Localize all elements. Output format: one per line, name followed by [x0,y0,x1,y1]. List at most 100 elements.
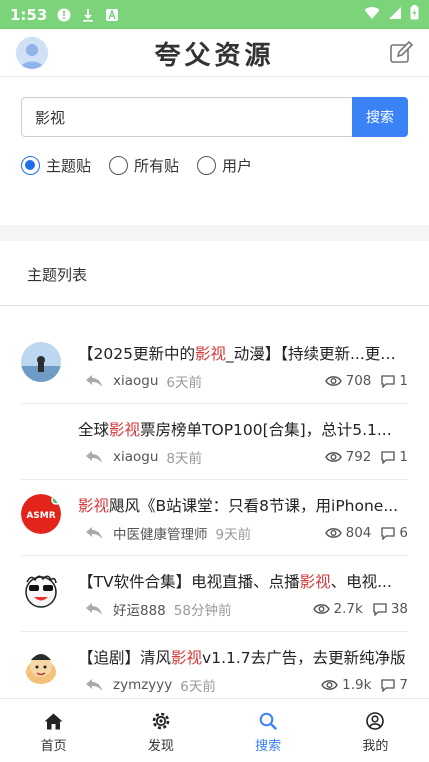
radio-all-posts[interactable]: 所有贴 [109,155,179,176]
bottom-nav: 首页 发现 搜索 我的 [0,698,429,762]
author-avatar[interactable]: ASMR [21,494,61,534]
comment-count: 7 [399,677,408,693]
author-name[interactable]: xiaogu [113,373,158,389]
reply-icon [86,527,102,539]
view-count: 792 [345,449,372,465]
app-header: 夸父资源 [0,29,429,77]
topic-title: 全球影视票房榜单TOP100[合集]，总计5.1... [78,421,392,439]
comment-icon [381,374,396,388]
app-a-icon [105,8,119,22]
search-button[interactable]: 搜索 [352,97,408,137]
comment-icon [373,602,387,616]
signal-icon [388,5,402,24]
topic-title: 【追剧】清风影视v1.1.7去广告，去更新纯净版 [78,649,406,667]
eye-icon [321,680,338,690]
topic-meta: 中医健康管理师 9天前 804 6 [85,523,408,543]
nav-discover[interactable]: 发现 [107,699,214,762]
author-name[interactable]: 好运888 [113,599,166,619]
author-name[interactable]: 中医健康管理师 [113,523,208,543]
section-divider-line [0,305,429,306]
alert-icon [57,8,71,22]
radio-label: 用户 [222,157,253,175]
status-bar: 1:53 [0,0,429,29]
eye-icon [324,452,342,462]
wifi-icon [364,5,380,24]
search-bar: 搜索 [21,97,408,137]
search-scope-group: 主题贴 所有贴 用户 [21,155,270,176]
topic-title: 【TV软件合集】电视直播、点播影视、电视... [78,573,392,591]
post-time: 9天前 [215,527,252,543]
post-time: 6天前 [166,375,202,391]
comment-icon [381,678,396,692]
topic-item[interactable]: ASMR 影视飓风《B站课堂：只看8节课，用iPhone... 中医健康管理师 … [21,480,408,556]
topic-title: 【2025更新中的影视_动漫】【持续更新...更新中 [78,345,406,363]
radio-topic-posts[interactable]: 主题贴 [21,155,91,176]
section-title: 主题列表 [27,266,88,284]
status-time: 1:53 [10,5,48,24]
topic-item[interactable]: 【追剧】清风影视v1.1.7去广告，去更新纯净版 zymzyyy 6天前 1.9… [21,632,408,708]
nav-home[interactable]: 首页 [0,699,107,762]
reply-icon [86,375,102,387]
search-input[interactable] [21,97,352,137]
edit-icon[interactable] [389,40,414,65]
radio-unchecked-icon [197,156,217,175]
view-count: 2.7k [333,601,363,617]
nav-profile[interactable]: 我的 [322,699,429,762]
search-icon [258,711,278,731]
radio-label: 主题贴 [46,157,92,175]
keyword-highlight: 影视 [109,421,141,439]
nav-search[interactable]: 搜索 [215,699,322,762]
nav-label: 发现 [147,739,174,754]
radio-users[interactable]: 用户 [197,155,252,176]
comment-icon [381,450,396,464]
battery-icon [410,5,419,24]
comment-count: 6 [399,525,408,541]
comment-count: 38 [390,601,408,617]
home-icon [44,711,64,731]
post-time: 58分钟前 [173,603,232,619]
svg-text:ASMR: ASMR [26,511,55,521]
discover-icon [151,711,171,731]
keyword-highlight: 影视 [194,345,226,363]
radio-unchecked-icon [109,156,129,175]
reply-icon [86,451,102,463]
topic-meta: zymzyyy 6天前 1.9k 7 [85,675,408,695]
topic-item[interactable]: 【TV软件合集】电视直播、点播影视、电视... 好运888 58分钟前 2.7k… [21,556,408,632]
topic-meta: xiaogu 8天前 792 1 [85,447,408,467]
topic-title: 影视飓风《B站课堂：只看8节课，用iPhone... [78,497,399,515]
topic-meta: 好运888 58分钟前 2.7k 38 [85,599,408,619]
keyword-highlight: 影视 [78,497,110,515]
radio-label: 所有贴 [134,157,180,175]
keyword-highlight: 影视 [299,573,331,591]
eye-icon [324,528,342,538]
nav-label: 首页 [40,739,67,754]
comment-count: 1 [399,449,408,465]
topic-item[interactable]: 【2025更新中的影视_动漫】【持续更新...更新中 xiaogu 6天前 70… [21,328,408,404]
eye-icon [324,376,342,386]
download-icon [81,8,95,22]
keyword-highlight: 影视 [171,649,203,667]
author-name[interactable]: zymzyyy [113,677,172,693]
comment-icon [381,526,396,540]
view-count: 708 [345,373,372,389]
topic-item[interactable]: 全球影视票房榜单TOP100[合集]，总计5.1... xiaogu 8天前 7… [21,404,408,480]
view-count: 804 [345,525,372,541]
comment-count: 1 [399,373,408,389]
author-name[interactable]: xiaogu [113,449,158,465]
radio-checked-icon [21,156,40,175]
author-avatar[interactable] [21,570,61,610]
post-time: 8天前 [166,451,202,467]
eye-icon [312,604,330,614]
app-title: 夸父资源 [154,41,275,71]
reply-icon [86,679,102,691]
section-divider [0,225,429,241]
profile-icon [365,711,385,731]
author-avatar[interactable] [21,646,61,686]
author-avatar[interactable] [21,342,61,382]
nav-label: 我的 [362,739,389,754]
post-time: 6天前 [180,679,216,695]
view-count: 1.9k [342,677,372,693]
reply-icon [86,603,102,615]
nav-label: 搜索 [255,739,282,754]
topic-meta: xiaogu 6天前 708 1 [85,371,408,391]
